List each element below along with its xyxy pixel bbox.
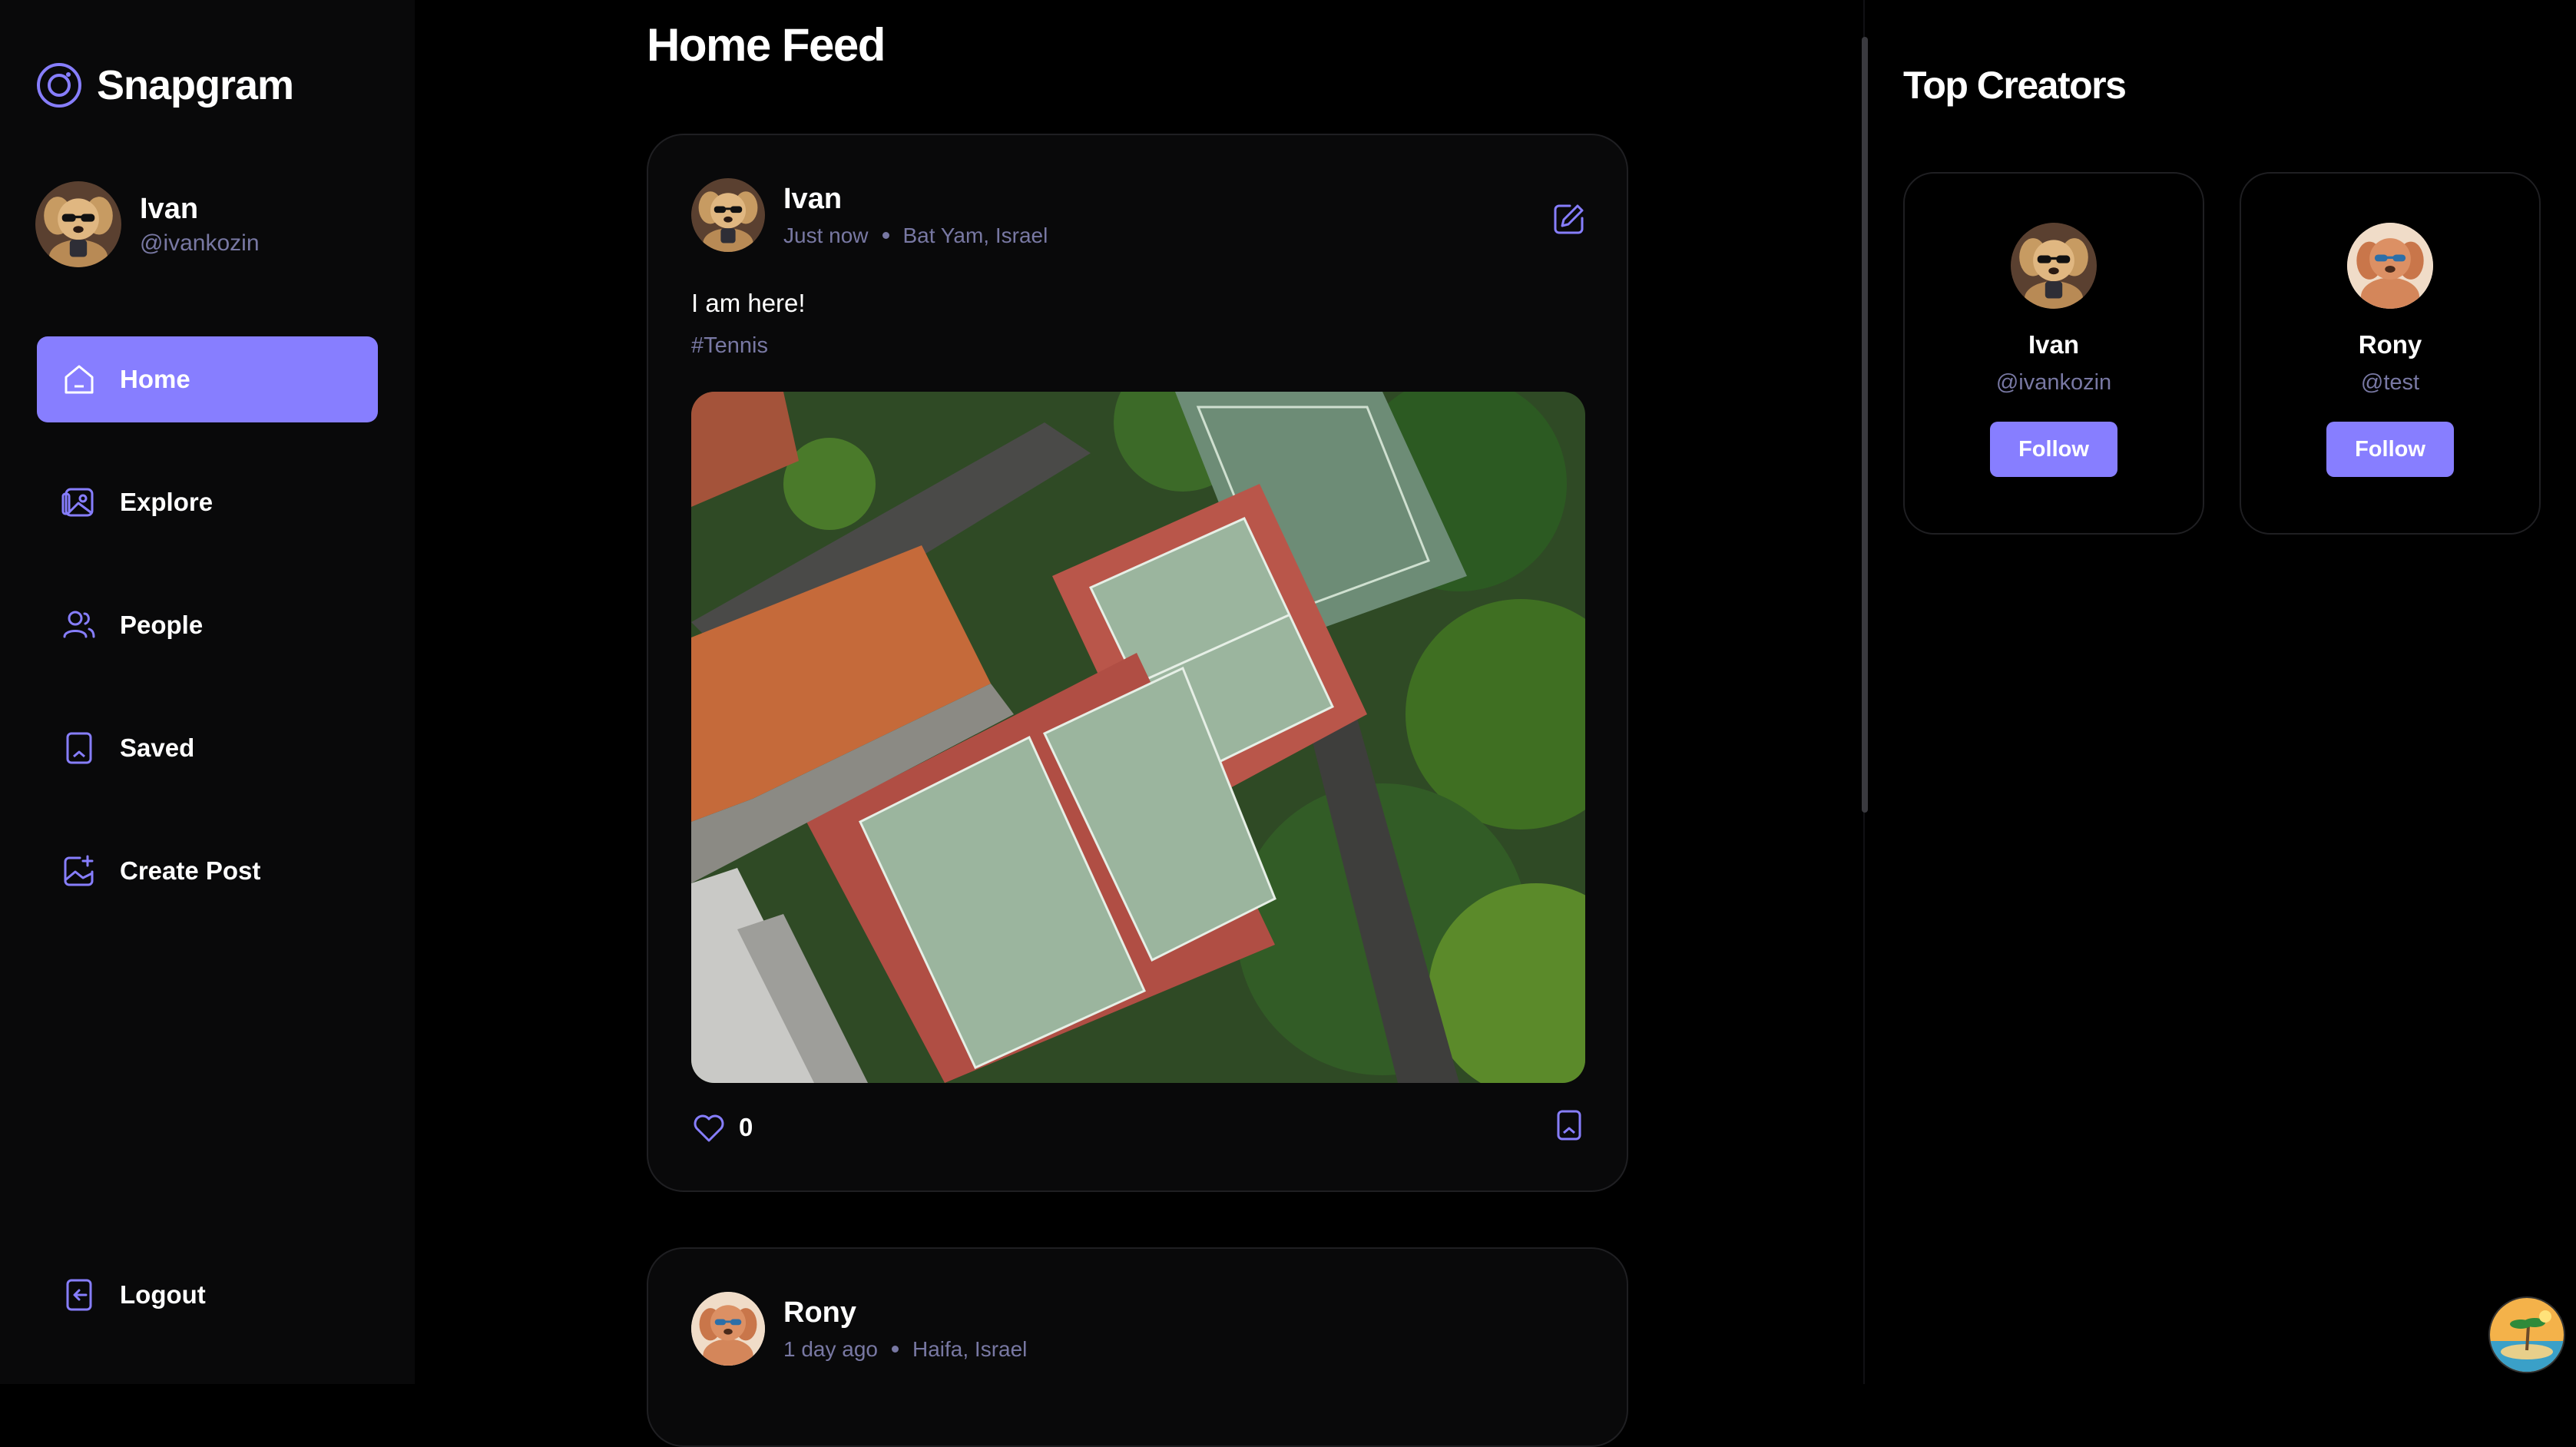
like-section: 0 [691,1110,753,1145]
post-author[interactable]: Ivan [783,183,1048,216]
post-image[interactable] [691,392,1585,1083]
left-sidebar: Snapgram Ivan @ivankozin Home Explore Pe… [0,0,415,1384]
avatar [35,181,121,267]
separator-dot [882,232,889,239]
post-header: Rony 1 day ago Haifa, Israel [691,1292,1027,1366]
post-meta: Just now Bat Yam, Israel [783,224,1048,248]
avatar[interactable] [691,1292,765,1366]
sidebar-item-label: People [120,611,204,639]
post-card: Rony 1 day ago Haifa, Israel [647,1247,1628,1447]
people-icon [63,611,95,638]
post-actions: 0 [691,1108,1587,1147]
bookmark-icon [1557,1110,1581,1141]
separator-dot [892,1346,899,1353]
app-name: Snapgram [97,62,294,108]
post-author[interactable]: Rony [783,1296,1027,1329]
avatar[interactable] [691,178,765,252]
profile-name: Ivan [140,192,199,225]
sidebar-item-create-post[interactable]: Create Post [37,828,378,914]
post-location: Haifa, Israel [912,1336,1028,1361]
avatar [2347,223,2433,309]
sidebar-item-label: Home [120,365,190,393]
heart-icon[interactable] [691,1110,727,1145]
avatar [2011,223,2097,309]
feed-scrollbar[interactable] [1862,37,1868,813]
creator-handle: @test [2360,370,2420,395]
follow-button[interactable]: Follow [2326,422,2454,477]
sidebar-item-saved[interactable]: Saved [37,705,378,791]
creator-card-rony[interactable]: Rony @test Follow [2240,172,2541,535]
profile-handle: @ivankozin [140,230,260,256]
like-count: 0 [739,1112,753,1141]
post-meta: 1 day ago Haifa, Israel [783,1337,1027,1362]
sidebar-item-label: Explore [120,488,214,516]
floating-avatar-button[interactable] [2488,1296,2565,1373]
sidebar-nav: Home Explore People Saved Create Post [37,336,378,951]
creator-name: Rony [2358,330,2422,359]
sidebar-item-label: Saved [120,733,195,762]
camera-logo-icon [37,63,81,108]
sidebar-item-people[interactable]: People [37,582,378,668]
save-button[interactable] [1551,1108,1587,1147]
logout-label: Logout [120,1280,206,1309]
sidebar-item-label: Create Post [120,856,261,885]
creator-name: Ivan [2028,330,2080,359]
logout-button[interactable]: Logout [37,1252,378,1338]
page-title: Home Feed [647,19,886,71]
logout-icon [66,1279,92,1311]
post-card: Ivan Just now Bat Yam, Israel I am here!… [647,134,1628,1192]
sidebar-item-explore[interactable]: Explore [37,459,378,545]
post-time: Just now [783,223,869,247]
post-time: 1 day ago [783,1336,878,1361]
edit-icon[interactable] [1551,201,1587,237]
explore-icon [61,488,94,517]
post-tag[interactable]: #Tennis [691,333,768,359]
app-logo[interactable]: Snapgram [35,61,294,109]
create-post-icon [64,855,94,886]
creator-card-ivan[interactable]: Ivan @ivankozin Follow [1903,172,2204,535]
logout-section: Logout [37,1252,378,1375]
creator-handle: @ivankozin [1995,370,2112,395]
sidebar-item-home[interactable]: Home [37,336,378,422]
follow-button[interactable]: Follow [1990,422,2117,477]
post-caption: I am here! [691,289,806,317]
post-location: Bat Yam, Israel [902,223,1048,247]
top-creators-title: Top Creators [1903,64,2127,107]
bookmark-icon [66,732,92,764]
home-icon [65,365,94,394]
post-header: Ivan Just now Bat Yam, Israel [691,178,1048,252]
profile-card[interactable]: Ivan @ivankozin [35,181,260,267]
